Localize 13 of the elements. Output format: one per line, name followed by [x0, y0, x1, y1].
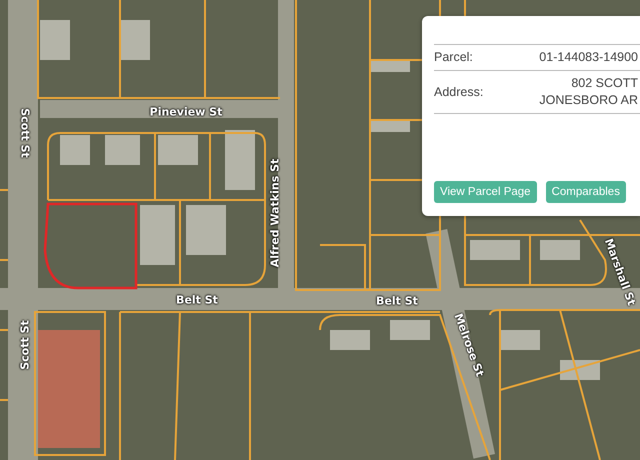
street-label: Belt St: [376, 294, 418, 308]
popup-button[interactable]: View Parcel Page: [434, 181, 537, 203]
field-value: 802 SCOTT: [571, 74, 638, 92]
field-label: Address:: [434, 84, 484, 99]
street-label: Pineview St: [150, 106, 222, 118]
street-label: Scott St: [18, 108, 32, 158]
field-label: Parcel:: [434, 50, 473, 64]
street-label: Alfred Watkins St: [268, 158, 282, 268]
street-label: Belt St: [176, 294, 218, 306]
field-value: 01-144083-14900: [539, 49, 638, 66]
street-label: Scott St: [18, 320, 32, 370]
field-value: JONESBORO AR: [539, 92, 638, 109]
popup-button[interactable]: Comparables: [546, 181, 626, 203]
